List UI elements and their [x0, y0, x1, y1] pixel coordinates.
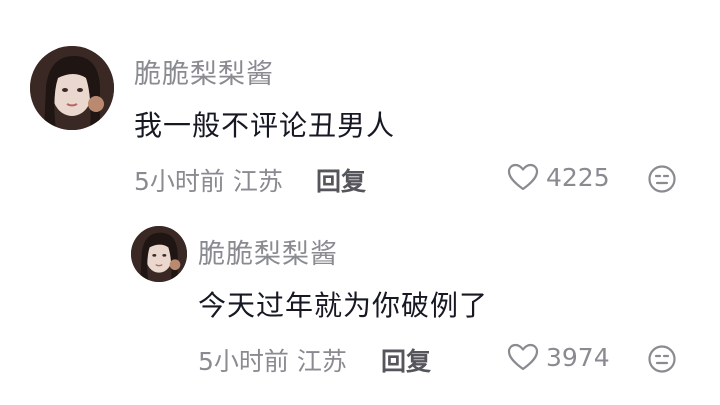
comment-meta: 5小时前 江苏: [134, 162, 283, 198]
like-button[interactable]: 3974: [506, 342, 610, 372]
dislike-button[interactable]: [647, 164, 677, 194]
reply-button[interactable]: 回复: [316, 162, 366, 198]
comment-location: 江苏: [232, 167, 283, 196]
username[interactable]: 脆脆梨梨酱: [134, 52, 274, 91]
comment-time: 5小时前: [198, 347, 289, 376]
like-count: 4225: [546, 162, 610, 192]
reply-button[interactable]: 回复: [381, 342, 431, 378]
comment-time: 5小时前: [134, 167, 225, 196]
like-button[interactable]: 4225: [506, 162, 610, 192]
heart-outline-icon: [506, 162, 540, 192]
comment-text: 我一般不评论丑男人: [134, 109, 396, 142]
meh-face-icon: [647, 164, 677, 194]
avatar[interactable]: [30, 46, 114, 130]
dislike-button[interactable]: [647, 344, 677, 374]
comment-meta: 5小时前 江苏: [198, 342, 347, 378]
heart-outline-icon: [506, 342, 540, 372]
meh-face-icon: [647, 344, 677, 374]
avatar[interactable]: [131, 226, 187, 282]
comment-text: 今天过年就为你破例了: [198, 289, 489, 322]
username[interactable]: 脆脆梨梨酱: [198, 232, 338, 271]
like-count: 3974: [546, 342, 610, 372]
comment-location: 江苏: [296, 347, 347, 376]
